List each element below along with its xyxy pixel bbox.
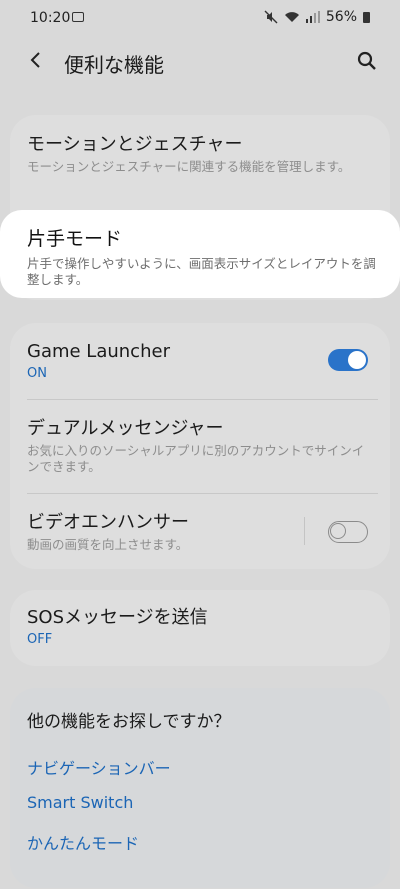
app-header: 便利な機能 <box>0 40 400 84</box>
divider <box>27 493 378 494</box>
list-item-motion[interactable]: モーションとジェスチャー モーションとジェスチャーに関連する機能を管理します。 <box>10 133 390 175</box>
item-title: ビデオエンハンサー <box>27 512 189 533</box>
card-sos: SOSメッセージを送信 OFF <box>10 590 390 666</box>
item-description: 動画の画質を向上させます。 <box>27 537 189 552</box>
battery-icon <box>363 11 370 23</box>
item-title: SOSメッセージを送信 <box>27 607 208 628</box>
item-title: 片手モード <box>27 228 123 250</box>
item-title: デュアルメッセンジャー <box>27 418 224 439</box>
item-status: ON <box>27 366 47 381</box>
list-item-dual-messenger[interactable]: デュアルメッセンジャー お気に入りのソーシャルアプリに別のアカウントでサインイン… <box>10 417 390 475</box>
vertical-separator <box>304 517 305 545</box>
suggestion-heading: 他の機能をお探しですか？ <box>10 710 390 734</box>
link-navigation-bar[interactable]: ナビゲーションバー <box>27 755 171 779</box>
divider <box>27 399 378 400</box>
mute-icon <box>264 10 278 24</box>
status-bar: 10:20 56% <box>0 0 400 36</box>
item-description: 片手で操作しやすいように、画面表示サイズとレイアウトを調整します。 <box>27 256 376 287</box>
battery-percent: 56% <box>325 9 357 25</box>
item-status: OFF <box>27 632 53 647</box>
heading-text: 他の機能をお探しですか？ <box>27 712 231 732</box>
status-right: 56% <box>264 9 370 25</box>
item-title: モーションとジェスチャー <box>27 134 243 155</box>
page-title: 便利な機能 <box>64 53 164 77</box>
status-time: 10:20 <box>30 10 71 26</box>
item-description: モーションとジェスチャーに関連する機能を管理します。 <box>27 159 351 174</box>
link-smart-switch[interactable]: Smart Switch <box>27 793 133 812</box>
chevron-left-icon <box>30 52 40 68</box>
game-launcher-toggle[interactable] <box>328 349 368 371</box>
item-description: お気に入りのソーシャルアプリに別のアカウントでサインインできます。 <box>27 443 365 474</box>
search-icon <box>357 51 376 70</box>
card-features: Game Launcher ON デュアルメッセンジャー お気に入りのソーシャル… <box>10 323 390 569</box>
toggle-knob <box>348 351 366 369</box>
list-item-sos[interactable]: SOSメッセージを送信 OFF <box>10 606 390 647</box>
signal-icon <box>305 11 320 23</box>
video-enhancer-toggle[interactable] <box>328 521 368 543</box>
item-title: Game Launcher <box>27 341 170 362</box>
link-easy-mode[interactable]: かんたんモード <box>27 830 139 854</box>
card-suggestions: 他の機能をお探しですか？ ナビゲーションバー Smart Switch かんたん… <box>10 688 390 888</box>
list-item-onehand-mode[interactable]: 片手モード 片手で操作しやすいように、画面表示サイズとレイアウトを調整します。 <box>0 210 400 298</box>
wifi-icon <box>284 12 299 22</box>
toggle-knob <box>330 523 346 539</box>
image-notification-icon <box>72 12 84 22</box>
search-button[interactable] <box>352 46 382 76</box>
back-button[interactable] <box>22 46 50 74</box>
